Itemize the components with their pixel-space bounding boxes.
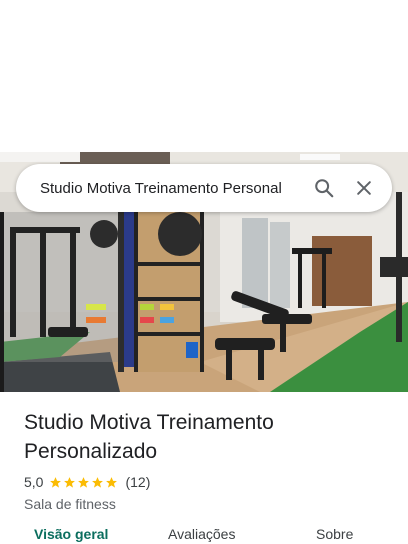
- place-title: Studio Motiva Treinamento Personalizado: [24, 411, 274, 463]
- tab-about[interactable]: Sobre: [316, 526, 353, 542]
- tab-overview[interactable]: Visão geral: [34, 526, 108, 542]
- place-category: Sala de fitness: [24, 496, 116, 512]
- place-info: Studio Motiva Treinamento Personalizado …: [24, 408, 394, 512]
- tab-reviews[interactable]: Avaliações: [168, 526, 235, 542]
- close-icon[interactable]: [344, 168, 384, 208]
- search-input[interactable]: Studio Motiva Treinamento Personal: [40, 180, 304, 197]
- rating-value: 5,0: [24, 474, 44, 490]
- star-icon: [106, 476, 118, 488]
- search-bar[interactable]: Studio Motiva Treinamento Personal: [16, 164, 392, 212]
- star-icon: [78, 476, 90, 488]
- star-icon: [50, 476, 62, 488]
- rating-row[interactable]: 5,0 (12): [24, 472, 394, 492]
- star-rating: [49, 476, 119, 489]
- place-tabs: Visão geral Avaliações Sobre: [0, 526, 408, 544]
- star-icon: [92, 476, 104, 488]
- search-icon[interactable]: [304, 168, 344, 208]
- star-icon: [64, 476, 76, 488]
- review-count[interactable]: (12): [125, 474, 150, 490]
- map-blank-area: [0, 0, 408, 152]
- place-page: Studio Motiva Treinamento Personal Studi…: [0, 0, 408, 544]
